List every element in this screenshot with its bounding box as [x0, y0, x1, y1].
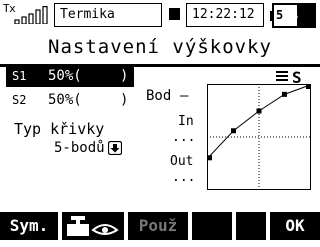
switch-id: S2 — [12, 93, 27, 107]
switch-paren: ) — [120, 68, 129, 84]
trim-eye-icon — [67, 216, 119, 236]
curve-type-value[interactable]: 5-bodů — [54, 140, 105, 156]
switch-row-s2[interactable]: S2 50%( ) — [6, 90, 134, 111]
battery-percent-digits: 57% — [276, 8, 298, 22]
trim-view-button[interactable] — [62, 212, 124, 240]
out-value[interactable]: ... — [172, 170, 195, 185]
switch-id: S1 — [12, 69, 27, 83]
chart-grid — [207, 84, 311, 190]
curve-points — [207, 84, 311, 161]
point-label: Bod — [146, 88, 172, 104]
curve-point-4[interactable] — [282, 91, 287, 97]
signal-strength-icon — [14, 6, 48, 24]
dropdown-arrow-icon[interactable] — [108, 141, 122, 155]
curve-chart[interactable] — [207, 84, 311, 190]
in-label: In — [178, 114, 194, 129]
page-title: Nastavení výškovky — [48, 36, 272, 58]
curve-point-5[interactable] — [306, 84, 311, 89]
curve-point-3[interactable] — [256, 108, 262, 114]
switch-value: 50%( — [48, 68, 82, 84]
function-key-4[interactable] — [192, 212, 232, 240]
out-label: Out — [170, 154, 194, 169]
stop-icon — [169, 8, 180, 20]
function-key-5[interactable] — [236, 212, 266, 240]
clock-time: 12:22:12 — [192, 7, 255, 22]
battery-fill — [297, 5, 314, 26]
point-value[interactable]: – — [180, 88, 188, 104]
model-name: Termika — [60, 7, 115, 22]
curve-point-2[interactable] — [231, 128, 236, 134]
ok-button[interactable]: OK — [270, 212, 320, 240]
switch-row-s1[interactable]: S1 50%( ) — [6, 66, 134, 87]
switch-paren: ) — [120, 92, 129, 108]
curve-point-1[interactable] — [207, 155, 212, 161]
in-value[interactable]: ... — [172, 130, 195, 145]
use-button[interactable]: Použ — [128, 212, 188, 240]
curve-menu-icon — [276, 71, 288, 81]
curve-type-label: Typ křivky — [14, 120, 105, 138]
battery-percent: 57% — [276, 8, 298, 22]
curve-line — [207, 84, 311, 159]
switch-value: 50%( — [48, 92, 82, 108]
battery-digit-inverted: 7% — [283, 8, 298, 22]
sym-button[interactable]: Sym. — [0, 212, 58, 240]
